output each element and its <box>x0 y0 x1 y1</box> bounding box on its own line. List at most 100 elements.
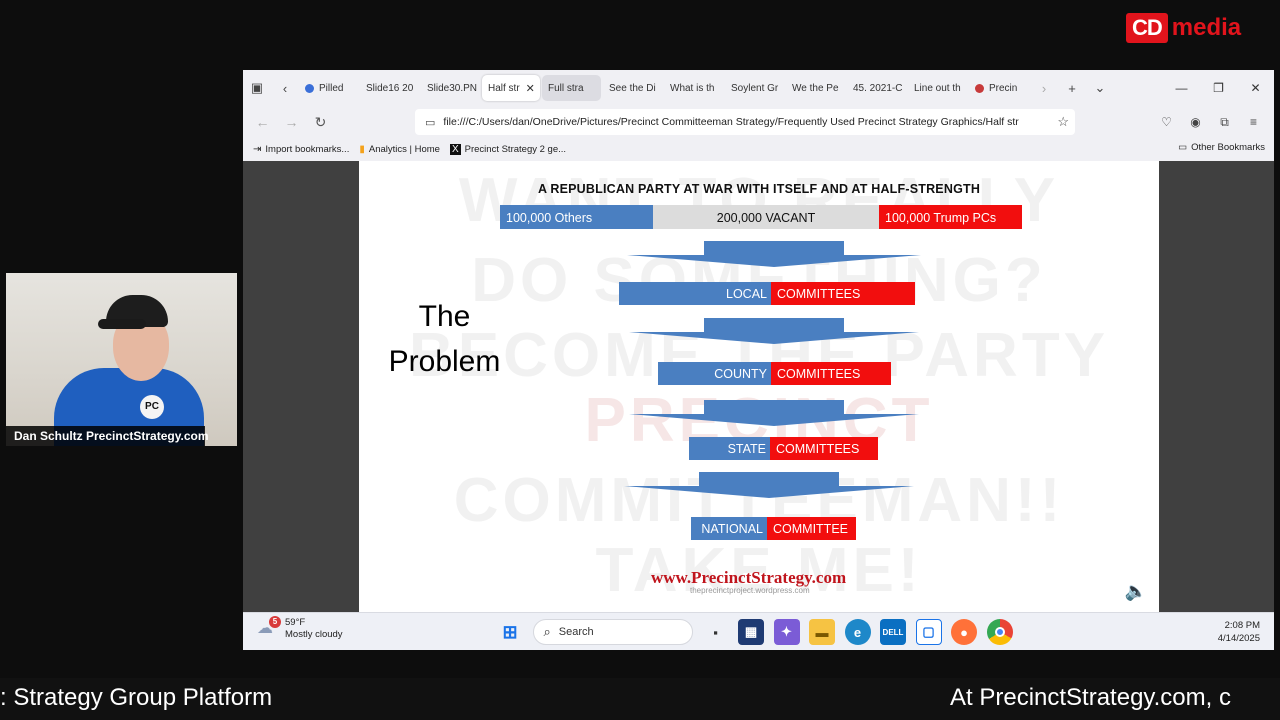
browser-tab[interactable]: Pilled <box>299 75 358 101</box>
browser-tab[interactable]: Soylent Gr <box>725 75 784 101</box>
problem-heading: The Problem <box>377 294 512 384</box>
bar-label: 100,000 Others <box>506 211 592 225</box>
tab-scroll-right-icon[interactable]: › <box>1030 74 1058 102</box>
minimize-icon[interactable]: — <box>1163 81 1200 95</box>
bar-label: 100,000 Trump PCs <box>885 211 996 225</box>
tab-favicon-icon <box>975 83 984 93</box>
browser-tab[interactable]: Full stra <box>542 75 601 101</box>
bookmark-label: Import bookmarks... <box>265 143 350 155</box>
x-icon: X <box>449 143 461 155</box>
store-icon[interactable]: ▦ <box>738 619 764 645</box>
close-window-icon[interactable]: ✕ <box>1237 81 1274 95</box>
taskbar-apps: ⊞ ⌕ Search ▪ ▦ ✦ ▬ e DELL ▢ ● <box>497 619 1022 645</box>
tab-label: Slide16 20 <box>366 82 414 94</box>
browser-tab[interactable]: We the Pe <box>786 75 845 101</box>
website-text: www.PrecinctStrategy.com <box>651 568 847 587</box>
tab-label: Pilled <box>319 82 344 94</box>
list-tabs-icon[interactable]: ⌄ <box>1086 74 1114 102</box>
level-committee-label: COMMITTEES <box>777 367 860 381</box>
window-controls: — ❐ ✕ <box>1163 70 1274 106</box>
nav-bar: ← → ↻ ▭ file:///C:/Users/dan/OneDrive/Pi… <box>243 107 1274 137</box>
app-window-icon[interactable]: ▢ <box>915 619 942 645</box>
back-icon[interactable]: ← <box>248 114 277 130</box>
level-label: COUNTY <box>714 367 767 381</box>
browser-tab[interactable]: Precin <box>969 75 1028 101</box>
tab-label: What is th <box>670 82 715 94</box>
search-label: Search <box>558 626 594 638</box>
bookmark-analytics[interactable]: ▮ Analytics | Home <box>359 144 440 155</box>
other-bookmarks[interactable]: ▭ Other Bookmarks <box>1178 142 1265 153</box>
page-icon: ▭ <box>425 116 436 129</box>
browser-tab[interactable]: Slide30.PN <box>421 75 480 101</box>
browser-tab[interactable]: See the Di <box>603 75 662 101</box>
browser-tab[interactable]: What is th <box>664 75 723 101</box>
account-icon[interactable]: ◉ <box>1181 115 1210 129</box>
news-ticker: : Strategy Group Platform At PrecinctStr… <box>0 678 1280 720</box>
level-label: NATIONAL <box>701 522 763 536</box>
pocket-icon[interactable]: ♡ <box>1152 115 1181 129</box>
clock-time: 2:08 PM <box>1224 620 1260 631</box>
ticker-left-text: : Strategy Group Platform <box>0 684 273 711</box>
level-committee-label: COMMITTEES <box>776 442 859 456</box>
tab-label: Full stra <box>548 82 584 94</box>
browser-tab[interactable]: Line out th <box>908 75 967 101</box>
dell-icon[interactable]: DELL <box>880 619 906 645</box>
level-label: LOCAL <box>726 287 767 301</box>
browser-tab[interactable]: 45. 2021-C <box>847 75 906 101</box>
system-clock[interactable]: 2:08 PM 4/14/2025 <box>1218 619 1260 645</box>
browser-tab[interactable]: Half str ✕ <box>482 75 540 101</box>
windows-start-icon[interactable]: ⊞ <box>497 619 523 645</box>
bookmark-precinct[interactable]: X Precinct Strategy 2 ge... <box>449 143 566 155</box>
tab-label: See the Di <box>609 82 656 94</box>
shirt-badge: PC <box>140 395 164 419</box>
website-subtext: theprecinctproject.wordpress.com <box>690 586 810 595</box>
new-tab-icon[interactable]: + <box>1058 74 1086 102</box>
speaker-icon[interactable]: 🔈 <box>1125 581 1147 602</box>
tab-overview-icon[interactable]: ▣ <box>243 74 271 102</box>
restore-icon[interactable]: ❐ <box>1200 81 1237 95</box>
tab-label: Slide30.PN <box>427 82 478 94</box>
toolbar-right: ♡ ◉ ⧉ ≡ <box>1152 107 1268 137</box>
browser-window: ▣ ‹ Pilled Slide16 20 Slide30.PN Half str ✕ F… <box>243 70 1274 650</box>
reload-icon[interactable]: ↻ <box>306 114 335 131</box>
logo-box: CD <box>1126 13 1168 43</box>
copilot-icon[interactable]: ✦ <box>773 619 800 645</box>
tab-strip: Pilled Slide16 20 Slide30.PN Half str ✕ Full … <box>299 75 1030 101</box>
bookmark-star-icon[interactable]: ☆ <box>1057 114 1069 130</box>
chrome-icon[interactable] <box>986 619 1013 645</box>
slide-graphic: WANT TO REALLYDO SOMETHING?BECOME THE PA… <box>409 166 1105 605</box>
webcam-caption: Dan Schultz PrecinctStrategy.com <box>6 426 209 446</box>
cd-media-logo: CD media <box>1126 13 1241 43</box>
weather-widget[interactable]: ☁ 5 59°F Mostly cloudy <box>257 616 343 641</box>
bookmarks-bar: ⇥ Import bookmarks... ▮ Analytics | Home… <box>243 138 1274 160</box>
close-tab-icon[interactable]: ✕ <box>526 82 535 95</box>
webcam-feed: PC <box>6 273 237 446</box>
browser-tab[interactable]: Slide16 20 <box>360 75 419 101</box>
address-bar[interactable]: ▭ file:///C:/Users/dan/OneDrive/Pictures… <box>415 109 1075 135</box>
bookmark-import[interactable]: ⇥ Import bookmarks... <box>253 144 349 155</box>
level-committee-label: COMMITTEES <box>777 287 860 301</box>
ticker-right-text: At PrecinctStrategy.com, c <box>950 684 1231 711</box>
edge-icon[interactable]: e <box>844 619 871 645</box>
problem-line-2: Problem <box>388 345 501 378</box>
extensions-icon[interactable]: ⧉ <box>1210 115 1239 130</box>
weather-temp: 59°F <box>285 617 306 628</box>
video-frame: CD media PC Dan Schultz PrecinctStrategy… <box>0 0 1280 720</box>
tab-label: Precin <box>989 82 1018 94</box>
firefox-icon[interactable]: ● <box>951 619 977 645</box>
url-text: file:///C:/Users/dan/OneDrive/Pictures/P… <box>443 116 1019 128</box>
slide-image: WANT TO REALLY DO SOMETHING? BECOME THE PA… <box>359 161 1159 612</box>
tab-scroll-left-icon[interactable]: ‹ <box>271 74 299 102</box>
search-icon: ⌕ <box>543 624 551 639</box>
forward-icon[interactable]: → <box>277 114 306 130</box>
bar-label: 200,000 VACANT <box>717 211 816 225</box>
file-explorer-icon[interactable]: ▬ <box>809 619 835 645</box>
notification-badge: 5 <box>269 616 281 628</box>
taskbar-search[interactable]: ⌕ Search <box>532 619 693 645</box>
cloud-icon: ☁ 5 <box>257 616 281 640</box>
menu-icon[interactable]: ≡ <box>1239 115 1268 129</box>
page-content: WANT TO REALLY DO SOMETHING? BECOME THE PA… <box>243 161 1274 612</box>
tab-favicon-icon <box>305 83 314 93</box>
task-view-icon[interactable]: ▪ <box>703 619 729 645</box>
weather-text: 59°F Mostly cloudy <box>285 617 343 641</box>
